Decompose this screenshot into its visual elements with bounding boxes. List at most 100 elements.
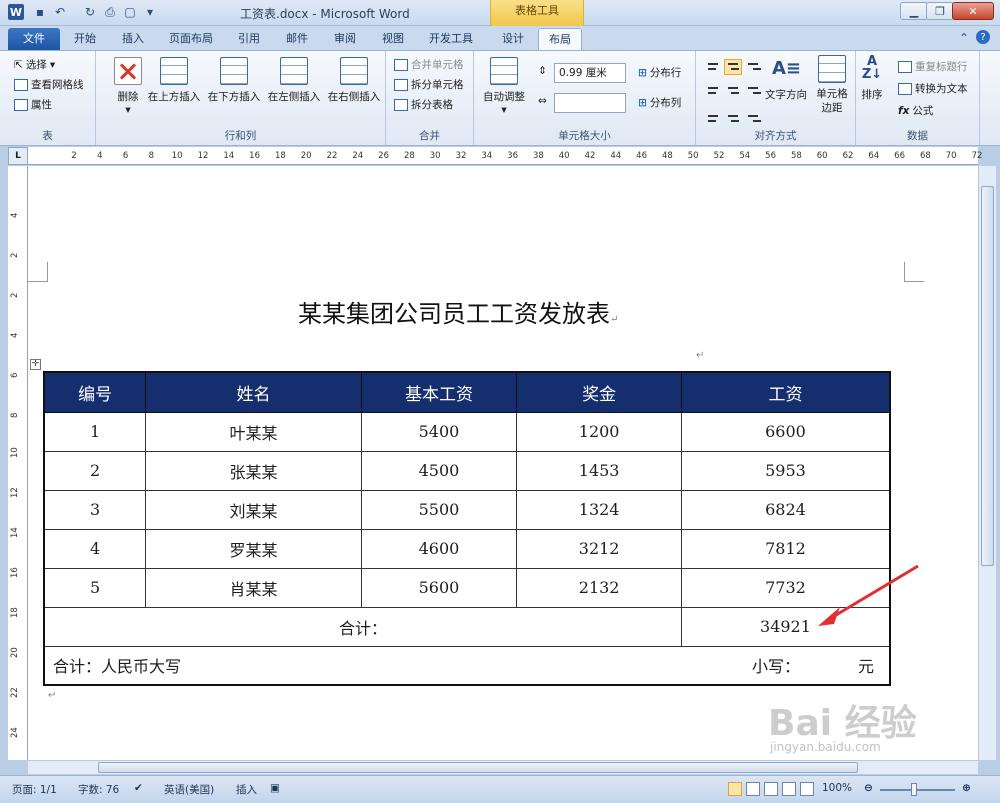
properties-button[interactable]: 属性 xyxy=(14,97,52,112)
insert-mode-indicator[interactable]: 插入 xyxy=(236,782,257,797)
print-icon[interactable]: ⎙ xyxy=(102,4,118,20)
formula-button[interactable]: fx 公式 xyxy=(898,103,933,118)
cursor-icon: ⇱ xyxy=(14,58,23,71)
align-top-center-icon[interactable] xyxy=(724,59,742,75)
tab-home[interactable]: 开始 xyxy=(66,28,104,50)
print-preview-icon[interactable]: ▢ xyxy=(122,4,138,20)
tab-references[interactable]: 引用 xyxy=(230,28,268,50)
ruler-tick-label: 8 xyxy=(148,151,155,161)
ruler-tick-label: 30 xyxy=(429,151,441,161)
zoom-slider-thumb[interactable] xyxy=(911,783,917,796)
column-width-icon: ⇔ xyxy=(538,95,547,107)
ruler-tick-label: 70 xyxy=(945,151,957,161)
zoom-level[interactable]: 100% xyxy=(822,782,852,794)
split-cells-button[interactable]: 拆分单元格 xyxy=(394,77,464,92)
insert-right-button[interactable]: 在右侧插入 xyxy=(324,57,384,104)
tab-mailings[interactable]: 邮件 xyxy=(278,28,316,50)
customize-toolbar-icon[interactable]: ▾ xyxy=(142,4,158,20)
ruler-tick-label: 10 xyxy=(10,447,20,458)
insert-left-icon xyxy=(280,57,308,85)
column-width-input[interactable] xyxy=(554,93,626,113)
collapse-ribbon-icon[interactable]: ⌃ xyxy=(956,30,972,46)
draft-view-icon[interactable] xyxy=(800,782,814,796)
align-bottom-center-icon[interactable] xyxy=(724,107,742,123)
outline-view-icon[interactable] xyxy=(782,782,796,796)
ruler-tick-label: 32 xyxy=(455,151,467,161)
group-rows-columns: 删除 ▾ 在上方插入 在下方插入 在左侧插入 在右侧插入 行和列 xyxy=(96,51,386,145)
convert-to-text-button[interactable]: 转换为文本 xyxy=(898,81,968,96)
vertical-ruler[interactable]: 4 2 2 4 6 8 10 12 14 16 18 20 22 24 xyxy=(8,166,28,760)
autofit-button[interactable]: 自动调整 ▾ xyxy=(474,57,534,116)
save-icon[interactable]: ▪ xyxy=(32,4,48,20)
align-top-left-icon[interactable] xyxy=(704,59,722,75)
full-screen-reading-view-icon[interactable] xyxy=(746,782,760,796)
tab-insert[interactable]: 插入 xyxy=(114,28,152,50)
macro-record-icon[interactable]: ▣ xyxy=(270,782,280,794)
group-label-rows-columns: 行和列 xyxy=(224,130,257,142)
ruler-tick-label: 12 xyxy=(10,487,20,498)
ruler-tick-label: 2 xyxy=(10,292,20,298)
horizontal-scrollbar[interactable] xyxy=(28,760,978,774)
zoom-in-icon[interactable]: ⊕ xyxy=(962,782,971,794)
annotation-arrow-overlay xyxy=(818,564,919,626)
zoom-out-icon[interactable]: ⊖ xyxy=(864,782,873,794)
text-direction-button[interactable]: A≡ 文字方向 xyxy=(760,55,812,102)
tab-layout[interactable]: 布局 xyxy=(538,28,582,50)
help-icon[interactable]: ? xyxy=(976,30,990,44)
ruler-tick-label: 18 xyxy=(10,607,20,618)
distribute-rows-button[interactable]: ⊞ 分布行 xyxy=(638,65,681,80)
redo-icon[interactable]: ↻ xyxy=(82,4,98,20)
horizontal-scroll-thumb[interactable] xyxy=(98,762,858,773)
web-layout-view-icon[interactable] xyxy=(764,782,778,796)
sort-button[interactable]: A Z↓ 排序 xyxy=(850,55,894,102)
tab-design[interactable]: 设计 xyxy=(494,28,532,50)
page-count[interactable]: 页面: 1/1 xyxy=(12,782,57,797)
vertical-scroll-thumb[interactable] xyxy=(981,186,994,566)
undo-icon[interactable]: ↶ xyxy=(52,4,68,20)
group-label-data: 数据 xyxy=(907,130,928,142)
tab-view[interactable]: 视图 xyxy=(374,28,412,50)
group-merge: 合并单元格 拆分单元格 拆分表格 合并 xyxy=(386,51,474,145)
ruler-tick-label: 44 xyxy=(610,151,622,161)
align-bottom-right-icon[interactable] xyxy=(744,107,762,123)
ribbon-tabs: 文件 开始 插入 页面布局 引用 邮件 审阅 视图 开发工具 设计 布局 ⌃ ? xyxy=(0,26,1000,50)
select-button[interactable]: ⇱ 选择 ▾ xyxy=(14,57,55,72)
print-layout-view-icon[interactable] xyxy=(728,782,742,796)
document-page[interactable]: 某某集团公司员工工资发放表↵ ↵ ✛ 编号 姓名 基本工资 奖金 工资 1 叶某某… xyxy=(28,166,978,760)
ruler-tick-label: 28 xyxy=(403,151,415,161)
insert-left-button[interactable]: 在左侧插入 xyxy=(264,57,324,104)
proofing-icon[interactable]: ✔ xyxy=(134,782,143,794)
insert-below-button[interactable]: 在下方插入 xyxy=(204,57,264,104)
text-direction-icon: A≡ xyxy=(772,58,802,79)
tab-page-layout[interactable]: 页面布局 xyxy=(162,28,220,50)
tab-stop-selector[interactable]: L xyxy=(8,147,28,165)
restore-button[interactable]: ❐ xyxy=(926,2,954,20)
distribute-columns-button[interactable]: ⊞ 分布列 xyxy=(638,95,681,110)
tab-file[interactable]: 文件 xyxy=(8,28,60,50)
word-app-icon[interactable]: W xyxy=(8,4,24,20)
annotation-arrow-head xyxy=(818,607,840,626)
repeat-header-button[interactable]: 重复标题行 xyxy=(898,59,968,74)
zoom-slider[interactable] xyxy=(880,789,955,791)
horizontal-ruler[interactable]: 2 4 6 8 10 12 14 16 18 20 22 24 26 28 30 32 34 36 38 40 42 44… xyxy=(28,147,982,165)
vertical-scrollbar[interactable] xyxy=(978,166,996,760)
row-height-input[interactable]: 0.99 厘米 xyxy=(554,63,626,83)
minimize-button[interactable]: ▁ xyxy=(900,2,928,20)
language-indicator[interactable]: 英语(美国) xyxy=(164,782,214,797)
tab-review[interactable]: 审阅 xyxy=(326,28,364,50)
align-bottom-left-icon[interactable] xyxy=(704,107,722,123)
align-middle-center-icon[interactable] xyxy=(724,83,742,99)
cell-margins-button[interactable]: 单元格边距 xyxy=(810,55,854,115)
gridlines-icon xyxy=(14,78,28,91)
ruler-tick-label: 24 xyxy=(10,727,20,738)
close-button[interactable]: ✕ xyxy=(952,2,994,20)
word-count[interactable]: 字数: 76 xyxy=(78,782,119,797)
tab-developer[interactable]: 开发工具 xyxy=(422,28,480,50)
split-table-button[interactable]: 拆分表格 xyxy=(394,97,453,112)
merge-cells-button[interactable]: 合并单元格 xyxy=(394,57,464,72)
insert-above-button[interactable]: 在上方插入 xyxy=(144,57,204,104)
align-middle-left-icon[interactable] xyxy=(704,83,722,99)
view-gridlines-button[interactable]: 查看网格线 xyxy=(14,77,84,92)
ruler-tick-label: 68 xyxy=(919,151,931,161)
ruler-tick-label: 20 xyxy=(10,647,20,658)
